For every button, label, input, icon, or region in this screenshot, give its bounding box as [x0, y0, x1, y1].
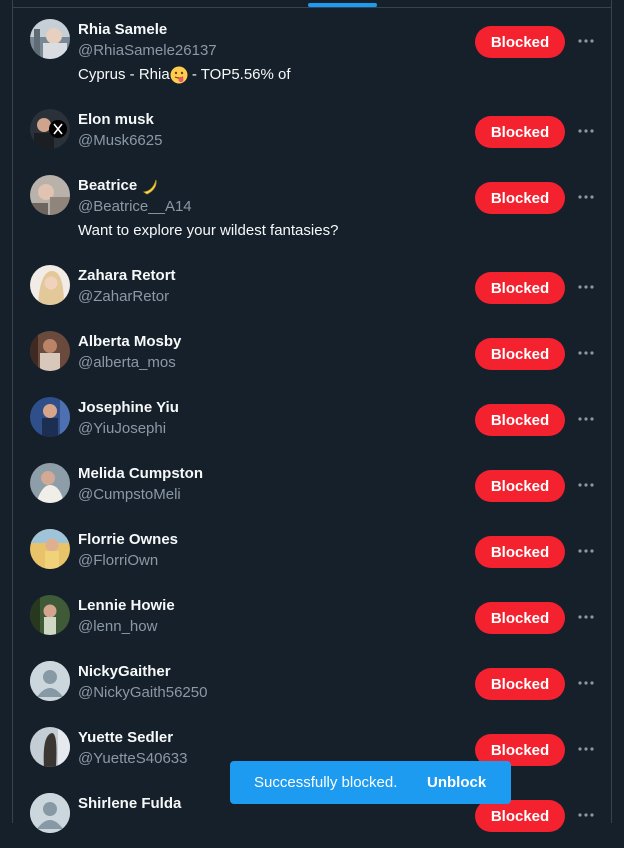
avatar[interactable] [30, 331, 70, 371]
user-display-name[interactable]: Beatrice [78, 177, 159, 195]
blocked-accounts-page: Rhia Samele @RhiaSamele26137 Cyprus - Rh… [0, 0, 624, 833]
blocked-button[interactable]: Blocked [475, 602, 565, 634]
user-display-name[interactable]: Yuette Sedler [78, 729, 173, 747]
blocked-button[interactable]: Blocked [475, 338, 565, 370]
toast-message: Successfully blocked. [254, 774, 398, 791]
blocked-button[interactable]: Blocked [475, 800, 565, 832]
toast-notification: Successfully blocked. Unblock [230, 761, 511, 804]
user-display-name[interactable]: Josephine Yiu [78, 399, 179, 417]
user-row[interactable]: Lennie Howie @lenn_how Blocked [13, 584, 611, 650]
user-row[interactable]: Elon musk @Musk6625 Blocked [13, 98, 611, 164]
user-display-name[interactable]: NickyGaither [78, 663, 171, 681]
user-handle[interactable]: @alberta_mos [78, 354, 176, 372]
user-row[interactable]: Florrie Ownes @FlorriOwn Blocked [13, 518, 611, 584]
user-row[interactable]: Beatrice @Beatrice__A14 Want to explore … [13, 164, 611, 254]
avatar[interactable] [30, 529, 70, 569]
user-row[interactable]: Zahara Retort @ZaharRetor Blocked [13, 254, 611, 320]
more-options-icon[interactable] [576, 540, 596, 562]
user-display-name[interactable]: Elon musk [78, 111, 154, 129]
user-row[interactable]: Alberta Mosby @alberta_mos Blocked [13, 320, 611, 386]
more-options-icon[interactable] [576, 120, 596, 142]
user-display-name[interactable]: Rhia Samele [78, 21, 167, 39]
tongue-face-emoji-icon [170, 66, 188, 84]
default-avatar-icon[interactable] [30, 661, 70, 701]
user-display-name[interactable]: Florrie Ownes [78, 531, 178, 549]
bio-text: Cyprus - Rhia [78, 66, 170, 83]
user-display-name[interactable]: Shirlene Fulda [78, 795, 181, 813]
user-handle[interactable]: @YuetteS40633 [78, 750, 187, 768]
banana-emoji-icon [141, 177, 159, 195]
user-handle[interactable]: @YiuJosephi [78, 420, 166, 438]
user-row[interactable]: Rhia Samele @RhiaSamele26137 Cyprus - Rh… [13, 8, 611, 98]
avatar[interactable] [30, 397, 70, 437]
more-options-icon[interactable] [576, 738, 596, 760]
blocked-button[interactable]: Blocked [475, 404, 565, 436]
user-display-name[interactable]: Lennie Howie [78, 597, 175, 615]
avatar[interactable] [30, 595, 70, 635]
user-handle[interactable]: @Musk6625 [78, 132, 162, 150]
avatar[interactable] [30, 727, 70, 767]
avatar[interactable] [30, 463, 70, 503]
avatar[interactable] [30, 19, 70, 59]
user-handle[interactable]: @RhiaSamele26137 [78, 42, 217, 60]
user-handle[interactable]: @Beatrice__A14 [78, 198, 192, 216]
avatar[interactable] [30, 109, 70, 149]
blocked-button[interactable]: Blocked [475, 272, 565, 304]
avatar[interactable] [30, 265, 70, 305]
blocked-button[interactable]: Blocked [475, 182, 565, 214]
user-display-name[interactable]: Alberta Mosby [78, 333, 181, 351]
more-options-icon[interactable] [576, 672, 596, 694]
active-tab-indicator [308, 3, 377, 7]
user-row[interactable]: Melida Cumpston @CumpstoMeli Blocked [13, 452, 611, 518]
more-options-icon[interactable] [576, 186, 596, 208]
user-row[interactable]: NickyGaither @NickyGaith56250 Blocked [13, 650, 611, 716]
blocked-users-list: Rhia Samele @RhiaSamele26137 Cyprus - Rh… [13, 8, 611, 848]
default-avatar-icon[interactable] [30, 793, 70, 833]
user-display-name[interactable]: Melida Cumpston [78, 465, 203, 483]
user-display-name[interactable]: Zahara Retort [78, 267, 176, 285]
bio-text: - TOP5.56% of [187, 66, 291, 83]
user-bio: Want to explore your wildest fantasies? [78, 222, 339, 239]
user-handle[interactable]: @ZaharRetor [78, 288, 169, 306]
user-handle[interactable]: @FlorriOwn [78, 552, 158, 570]
blocked-button[interactable]: Blocked [475, 26, 565, 58]
user-handle[interactable]: @CumpstoMeli [78, 486, 181, 504]
user-handle[interactable]: @lenn_how [78, 618, 157, 636]
blocked-button[interactable]: Blocked [475, 116, 565, 148]
blocked-button[interactable]: Blocked [475, 536, 565, 568]
user-bio: Cyprus - Rhia - TOP5.56% of [78, 65, 291, 85]
user-row[interactable]: Josephine Yiu @YiuJosephi Blocked [13, 386, 611, 452]
blocked-button[interactable]: Blocked [475, 668, 565, 700]
more-options-icon[interactable] [576, 30, 596, 52]
column-border-right [611, 0, 612, 823]
more-options-icon[interactable] [576, 474, 596, 496]
more-options-icon[interactable] [576, 342, 596, 364]
user-handle[interactable]: @NickyGaith56250 [78, 684, 207, 702]
more-options-icon[interactable] [576, 408, 596, 430]
more-options-icon[interactable] [576, 606, 596, 628]
unblock-button[interactable]: Unblock [427, 774, 486, 791]
avatar[interactable] [30, 175, 70, 215]
name-text: Beatrice [78, 177, 138, 194]
more-options-icon[interactable] [576, 276, 596, 298]
blocked-button[interactable]: Blocked [475, 470, 565, 502]
